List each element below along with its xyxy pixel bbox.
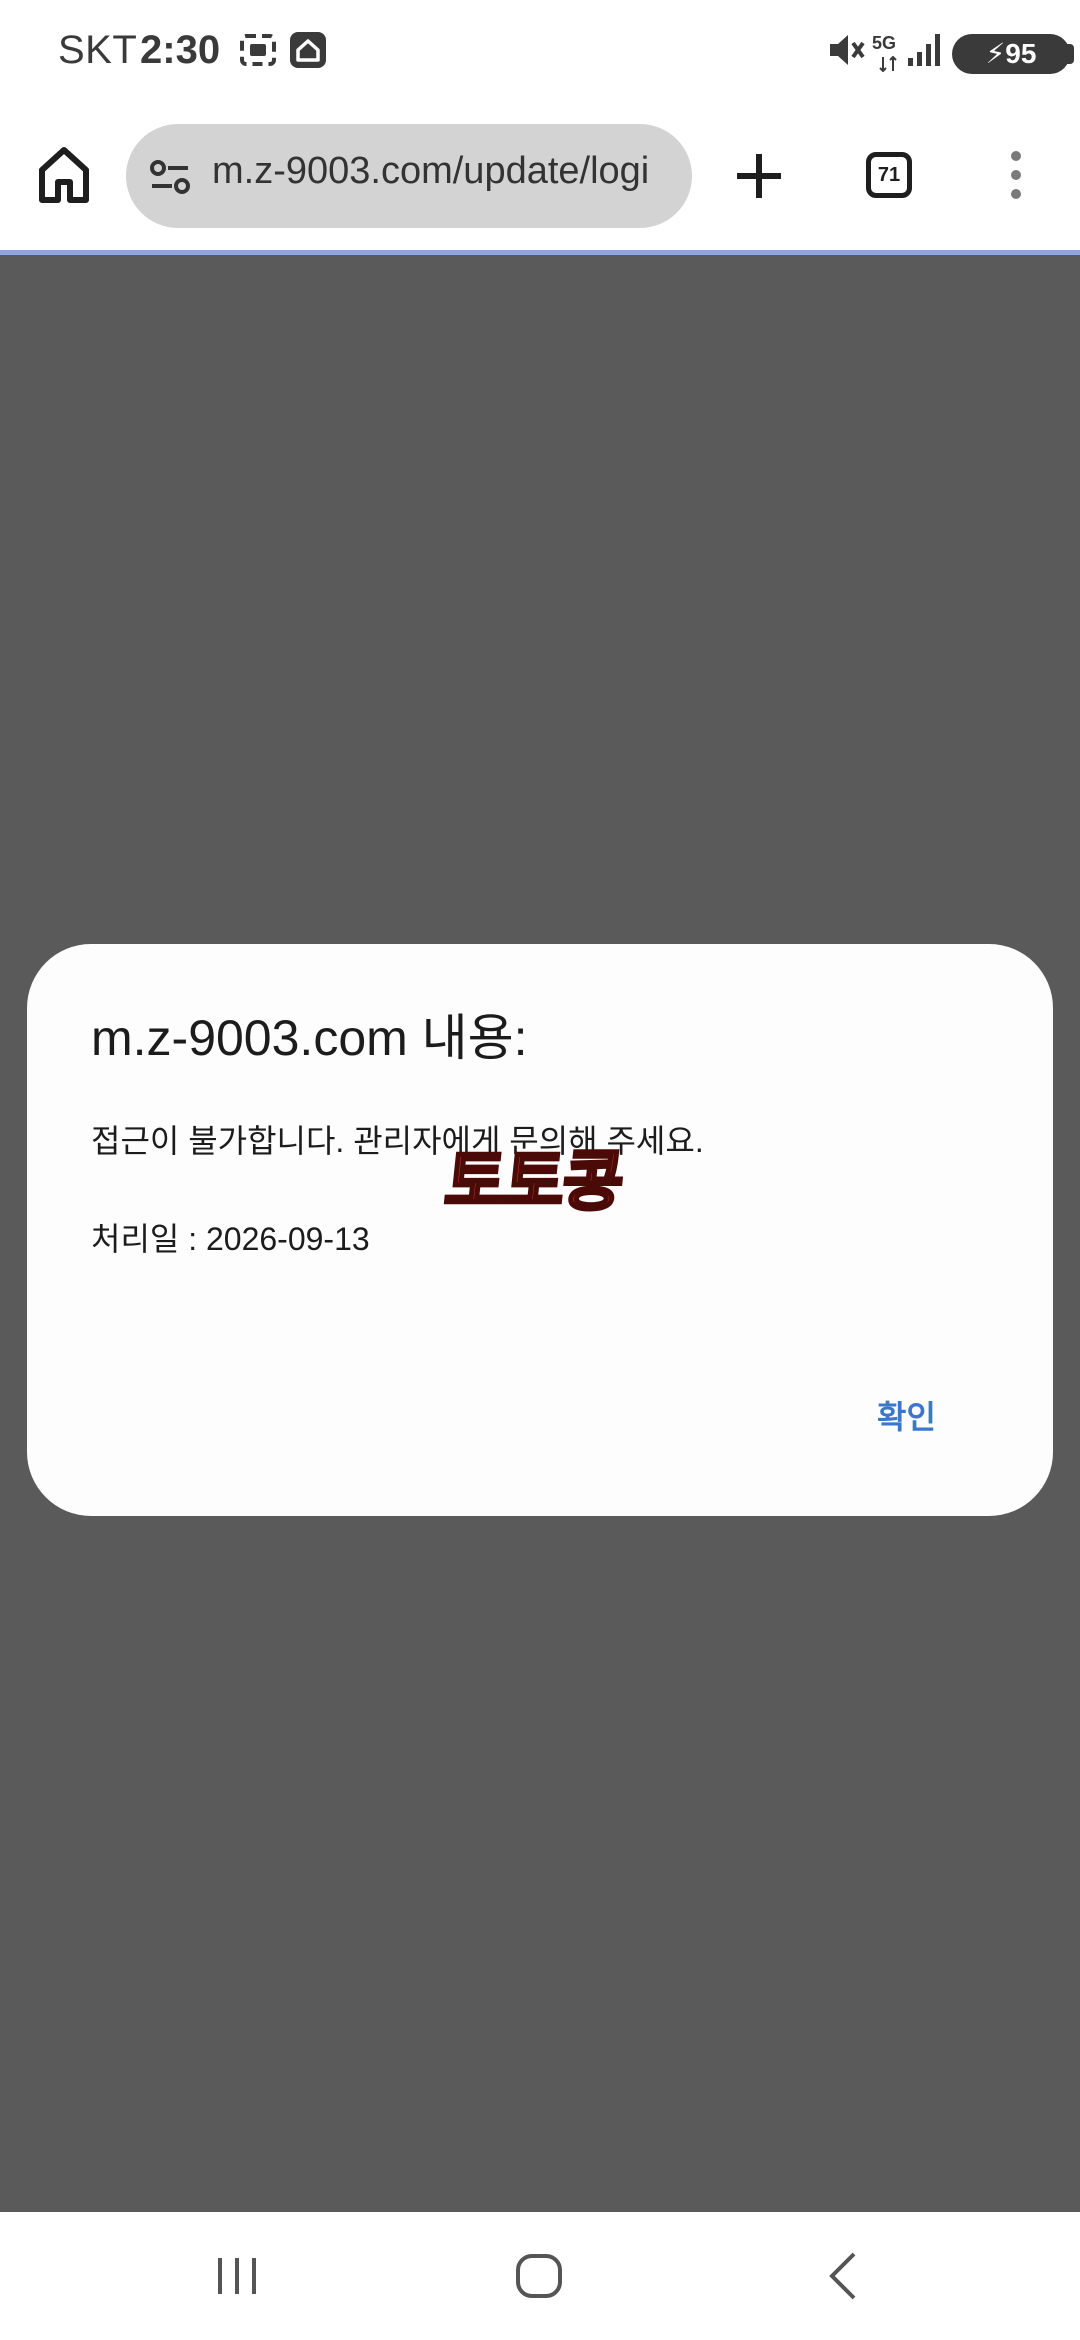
back-button[interactable] <box>820 2248 870 2309</box>
confirm-button[interactable]: 확인 <box>867 1388 946 1442</box>
home-app-icon <box>288 30 328 75</box>
alert-dialog: m.z-9003.com 내용: 접근이 불가합니다. 관리자에게 문의해 주세… <box>27 944 1053 1516</box>
watermark-logo: 토토콩 <box>440 1143 627 1220</box>
screenshot-icon <box>238 30 278 75</box>
carrier-label: SKT <box>58 28 138 72</box>
dialog-date-line: 처리일 : 2026-09-13 <box>91 1221 370 1257</box>
clock: 2:30 <box>140 28 221 72</box>
url-text[interactable]: m.z-9003.com/update/logi <box>212 150 682 193</box>
data-transfer-icon <box>878 55 898 77</box>
home-icon <box>39 147 89 203</box>
menu-button[interactable] <box>1006 150 1026 200</box>
home-nav-button[interactable] <box>510 2248 570 2309</box>
site-settings-icon[interactable] <box>148 158 192 203</box>
status-bar: SKT 2:30 5G ⚡95 <box>0 0 1080 110</box>
new-tab-button[interactable] <box>734 148 784 204</box>
recent-apps-button[interactable] <box>212 2248 262 2309</box>
back-icon <box>829 2252 856 2300</box>
address-bar[interactable]: m.z-9003.com/update/logi <box>126 124 692 228</box>
plus-icon <box>737 154 781 198</box>
home-square-icon <box>516 2254 562 2298</box>
mute-icon <box>826 30 866 75</box>
recents-icon <box>218 2258 256 2294</box>
more-vert-icon <box>1011 151 1021 199</box>
page-load-progress <box>0 250 1080 255</box>
battery-indicator: ⚡95 <box>952 34 1070 74</box>
charging-icon: ⚡ <box>985 38 1006 69</box>
tab-switcher-button[interactable]: 71 <box>866 152 912 198</box>
network-type-label: 5G <box>872 33 897 53</box>
battery-tip <box>1066 44 1074 64</box>
phone-screen: SKT 2:30 5G ⚡95 m.z-9003.com/update/logi… <box>0 0 1080 2340</box>
home-button[interactable] <box>34 140 94 210</box>
battery-level: 95 <box>1005 38 1037 69</box>
signal-icon <box>906 30 946 75</box>
dialog-title: m.z-9003.com 내용: <box>91 1010 528 1066</box>
